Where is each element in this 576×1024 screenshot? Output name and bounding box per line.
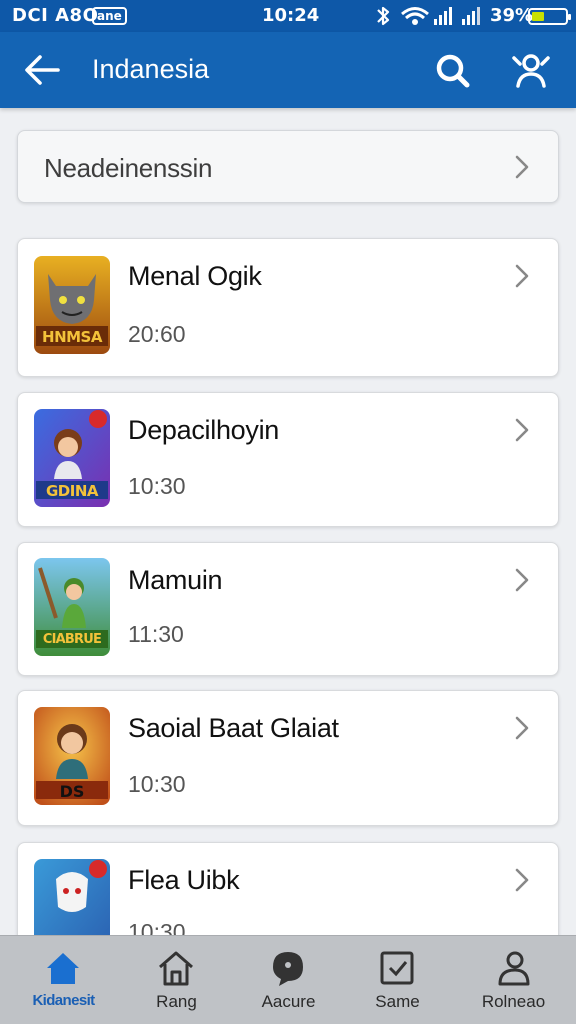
nav-label: Rang [156, 992, 197, 1011]
status-carrier-text: DCI A8O [12, 5, 99, 26]
list-item[interactable]: GDINA Depacilhoyin 10:30 [17, 392, 559, 527]
signal-wifi-icons [377, 6, 480, 26]
status-time: 10:24 [262, 5, 320, 26]
section-header-label: Neadeinenssin [44, 153, 213, 183]
nav-item-rolneao[interactable]: Rolneao [456, 936, 571, 1024]
game-thumbnail: CIABRUE [34, 558, 110, 656]
tag-icon [380, 951, 414, 985]
people-icon[interactable] [510, 50, 552, 90]
nav-item-aacure[interactable]: Aacure [231, 936, 346, 1024]
nav-label: Aacure [261, 992, 316, 1011]
chevron-right-icon [515, 264, 529, 288]
chevron-right-icon [515, 155, 529, 179]
search-icon[interactable] [432, 50, 472, 90]
item-title: Saoial Baat Glaiat [128, 713, 339, 743]
chevron-right-icon [515, 568, 529, 592]
home-icon [47, 953, 79, 984]
item-title: Mamuin [128, 565, 223, 595]
nav-label: Same [375, 992, 420, 1011]
person-icon [498, 951, 530, 986]
nav-label: Kidanesit [32, 992, 95, 1009]
nav-label: Rolneao [481, 992, 546, 1011]
arrow-left-icon[interactable] [22, 50, 62, 90]
nav-item-rang[interactable]: Rang [119, 936, 234, 1024]
item-time: 10:30 [128, 473, 186, 499]
app-bar: Indanesia [0, 32, 576, 108]
game-thumbnail: GDINA [34, 409, 110, 507]
nav-item-same[interactable]: Same [340, 936, 455, 1024]
list-item[interactable]: DS Saoial Baat Glaiat 10:30 [17, 690, 559, 826]
chevron-right-icon [515, 868, 529, 892]
thumbnail-badge: CIABRUE [42, 632, 102, 647]
bottom-navigation: Kidanesit Rang Aacure Same Rolneao [0, 935, 576, 1024]
status-bar: DCI A8O ane 10:24 39% [0, 0, 576, 32]
game-thumbnail: DS [34, 707, 110, 805]
section-header-card[interactable]: Neadeinenssin [17, 130, 559, 203]
battery-icon [528, 8, 571, 25]
game-thumbnail: HNMSA [34, 256, 110, 354]
page-title: Indanesia [92, 54, 210, 84]
list-item[interactable]: CIABRUE Mamuin 11:30 [17, 542, 559, 676]
battery-percentage: 39% [490, 5, 534, 26]
item-title: Flea Uibk [128, 865, 240, 895]
item-title: Menal Ogik [128, 261, 262, 291]
chat-bubble-icon [273, 952, 303, 986]
nav-item-home[interactable]: Kidanesit [6, 936, 121, 1024]
thumbnail-badge: GDINA [45, 482, 99, 500]
list-item[interactable]: HNMSA Menal Ogik 20:60 [17, 238, 559, 377]
thumbnail-badge: DS [59, 782, 85, 801]
item-time: 11:30 [128, 621, 184, 647]
item-time: 20:60 [128, 321, 186, 347]
item-time: 10:30 [128, 771, 186, 797]
thumbnail-badge: HNMSA [42, 328, 102, 346]
item-title: Depacilhoyin [128, 415, 279, 445]
chevron-right-icon [515, 418, 529, 442]
chevron-right-icon [515, 716, 529, 740]
house-outline-icon [159, 951, 193, 986]
status-network-chip: ane [92, 7, 127, 25]
